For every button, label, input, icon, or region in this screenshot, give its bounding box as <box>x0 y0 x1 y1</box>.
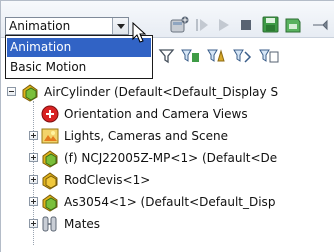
tree-item-as3054[interactable]: As3054<1> (Default<Default_Disp <box>1 191 334 213</box>
save-animation-button[interactable] <box>261 15 281 38</box>
subassembly-icon <box>42 194 58 212</box>
study-type-select[interactable]: Animation <box>5 17 129 35</box>
play-icon <box>219 19 229 31</box>
option-animation[interactable]: Animation <box>7 38 151 57</box>
motion-toolbar: Animation <box>1 1 334 38</box>
tree-item-label: Lights, Cameras and Scene <box>64 129 228 143</box>
tree-root-label: AirCylinder (Default<Default_Display S <box>44 85 279 99</box>
calculate-button[interactable] <box>169 15 191 38</box>
play-button[interactable] <box>215 16 233 37</box>
tree-item-label: As3054<1> (Default<Default_Disp <box>64 195 276 209</box>
stop-button[interactable] <box>237 16 255 37</box>
key-icon <box>313 19 328 31</box>
tree-root-row[interactable]: AirCylinder (Default<Default_Display S <box>1 81 334 103</box>
placement-button[interactable] <box>283 15 303 38</box>
filter-results-icon[interactable] <box>259 47 279 65</box>
mouse-pointer-icon <box>132 21 148 47</box>
filter-driving-icon[interactable] <box>207 47 227 65</box>
option-basic-motion[interactable]: Basic Motion <box>7 58 151 77</box>
expand-icon[interactable] <box>29 131 38 140</box>
part-icon <box>42 172 58 190</box>
collapse-icon[interactable] <box>7 87 16 96</box>
filter-animated-icon[interactable] <box>181 47 201 65</box>
assembly-icon <box>22 84 38 102</box>
placement-icon <box>285 18 301 33</box>
autokey-button[interactable] <box>311 15 333 38</box>
tree-item-label: Orientation and Camera Views <box>64 107 248 121</box>
stop-icon <box>241 20 251 30</box>
filter-icon[interactable] <box>158 47 176 65</box>
tree-item-label: Mates <box>64 217 101 231</box>
lights-scene-icon <box>41 128 59 144</box>
expand-icon[interactable] <box>29 153 38 162</box>
tree-item-orientation[interactable]: Orientation and Camera Views <box>1 103 334 125</box>
tree-item-label: (f) NCJ22005Z-MP<1> (Default<De <box>64 151 278 165</box>
mates-icon <box>42 216 57 232</box>
calculator-icon <box>170 16 189 33</box>
play-from-start-icon <box>196 19 208 31</box>
filter-selected-icon[interactable] <box>233 47 253 65</box>
expand-icon[interactable] <box>29 197 38 206</box>
expand-icon[interactable] <box>29 175 38 184</box>
motion-manager-panel: Animation Animation Basic Motion AirCyli… <box>0 0 334 252</box>
study-type-dropdown: Animation Basic Motion <box>5 35 153 79</box>
tree-item-ncj[interactable]: (f) NCJ22005Z-MP<1> (Default<De <box>1 147 334 169</box>
expand-icon[interactable] <box>29 219 38 228</box>
tree-item-label: RodClevis<1> <box>64 173 151 187</box>
save-animation-icon <box>262 16 279 33</box>
subassembly-icon <box>42 150 58 168</box>
tree-item-lights[interactable]: Lights, Cameras and Scene <box>1 125 334 147</box>
tree-item-rodclevis[interactable]: RodClevis<1> <box>1 169 334 191</box>
tree-item-mates[interactable]: Mates <box>1 213 334 235</box>
play-from-start-button[interactable] <box>193 16 211 37</box>
chevron-down-icon[interactable] <box>112 18 128 34</box>
orientation-camera-icon <box>41 105 59 123</box>
study-type-value: Animation <box>9 19 71 33</box>
